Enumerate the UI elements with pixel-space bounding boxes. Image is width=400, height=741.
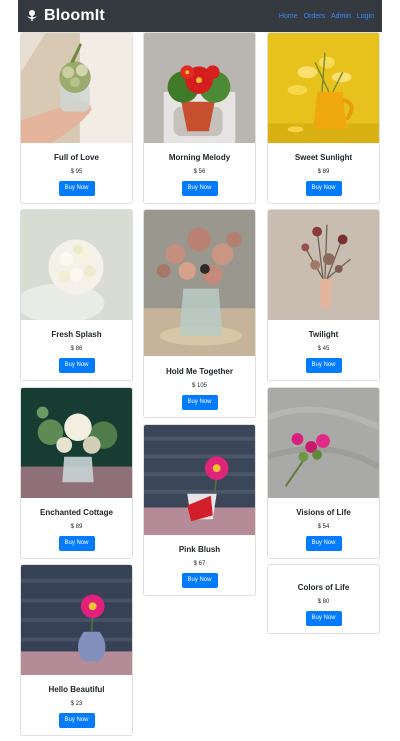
- buy-now-button[interactable]: Buy Now: [58, 181, 95, 196]
- product-card: Twilight $ 45 Buy Now: [267, 209, 380, 381]
- product-name: Morning Melody: [168, 153, 231, 162]
- product-card: Enchanted Cottage $ 89 Buy Now: [20, 387, 133, 559]
- product-image: [21, 210, 132, 322]
- product-card: Colors of Life $ 80 Buy Now: [267, 564, 380, 634]
- buy-now-button[interactable]: Buy Now: [305, 358, 342, 373]
- nav-links: Home Orders Admin Login: [279, 13, 374, 20]
- product-card: Pink Blush $ 67 Buy Now: [143, 424, 256, 596]
- buy-now-button[interactable]: Buy Now: [305, 611, 342, 626]
- product-price: $ 105: [191, 383, 207, 389]
- product-name: Colors of Life: [297, 583, 350, 592]
- buy-now-button[interactable]: Buy Now: [58, 536, 95, 551]
- buy-now-button[interactable]: Buy Now: [58, 713, 95, 728]
- product-card: Morning Melody $ 56 Buy Now: [143, 32, 256, 204]
- buy-now-button[interactable]: Buy Now: [181, 395, 218, 410]
- product-name: Twilight: [308, 330, 339, 339]
- product-image: [144, 425, 255, 537]
- product-name: Pink Blush: [178, 545, 221, 554]
- nav-orders[interactable]: Orders: [304, 13, 325, 20]
- product-name: Sweet Sunlight: [294, 153, 353, 162]
- product-name: Enchanted Cottage: [40, 508, 113, 517]
- product-image: [268, 210, 379, 322]
- brand-name: BloomIt: [44, 7, 105, 24]
- navbar: BloomIt Home Orders Admin Login: [18, 0, 382, 32]
- product-card: Full of Love $ 95 Buy Now: [20, 32, 133, 204]
- product-price: $ 89: [317, 169, 330, 175]
- product-price: $ 80: [317, 599, 330, 605]
- product-image: [144, 210, 255, 359]
- product-image: [268, 33, 379, 145]
- product-card: Hold Me Together $ 105 Buy Now: [143, 209, 256, 418]
- buy-now-button[interactable]: Buy Now: [181, 181, 218, 196]
- product-image: [268, 388, 379, 500]
- nav-home[interactable]: Home: [279, 13, 298, 20]
- product-image: [21, 388, 132, 500]
- buy-now-button[interactable]: Buy Now: [181, 573, 218, 588]
- product-price: $ 45: [317, 346, 330, 352]
- flower-logo-icon: [27, 10, 37, 21]
- product-price: $ 95: [70, 169, 83, 175]
- product-name: Hold Me Together: [166, 367, 233, 376]
- product-card: Visions of Life $ 54 Buy Now: [267, 387, 380, 559]
- nav-login[interactable]: Login: [357, 13, 374, 20]
- buy-now-button[interactable]: Buy Now: [305, 181, 342, 196]
- product-price: $ 67: [193, 561, 206, 567]
- product-name: Full of Love: [54, 153, 99, 162]
- product-card: Hello Beautiful $ 23 Buy Now: [20, 564, 133, 736]
- product-name: Visions of Life: [296, 508, 351, 517]
- product-image: [21, 565, 132, 677]
- product-price: $ 54: [317, 524, 330, 530]
- product-price: $ 23: [70, 701, 83, 707]
- brand[interactable]: BloomIt: [26, 7, 105, 25]
- buy-now-button[interactable]: Buy Now: [58, 358, 95, 373]
- product-name: Hello Beautiful: [48, 685, 105, 694]
- product-card: Sweet Sunlight $ 89 Buy Now: [267, 32, 380, 204]
- nav-admin[interactable]: Admin: [331, 13, 351, 20]
- product-image: [21, 33, 132, 145]
- product-price: $ 89: [70, 524, 83, 530]
- product-card: Fresh Splash $ 86 Buy Now: [20, 209, 133, 381]
- product-image: [144, 33, 255, 145]
- product-price: $ 86: [70, 346, 83, 352]
- buy-now-button[interactable]: Buy Now: [305, 536, 342, 551]
- product-name: Fresh Splash: [51, 330, 102, 339]
- product-price: $ 56: [193, 169, 206, 175]
